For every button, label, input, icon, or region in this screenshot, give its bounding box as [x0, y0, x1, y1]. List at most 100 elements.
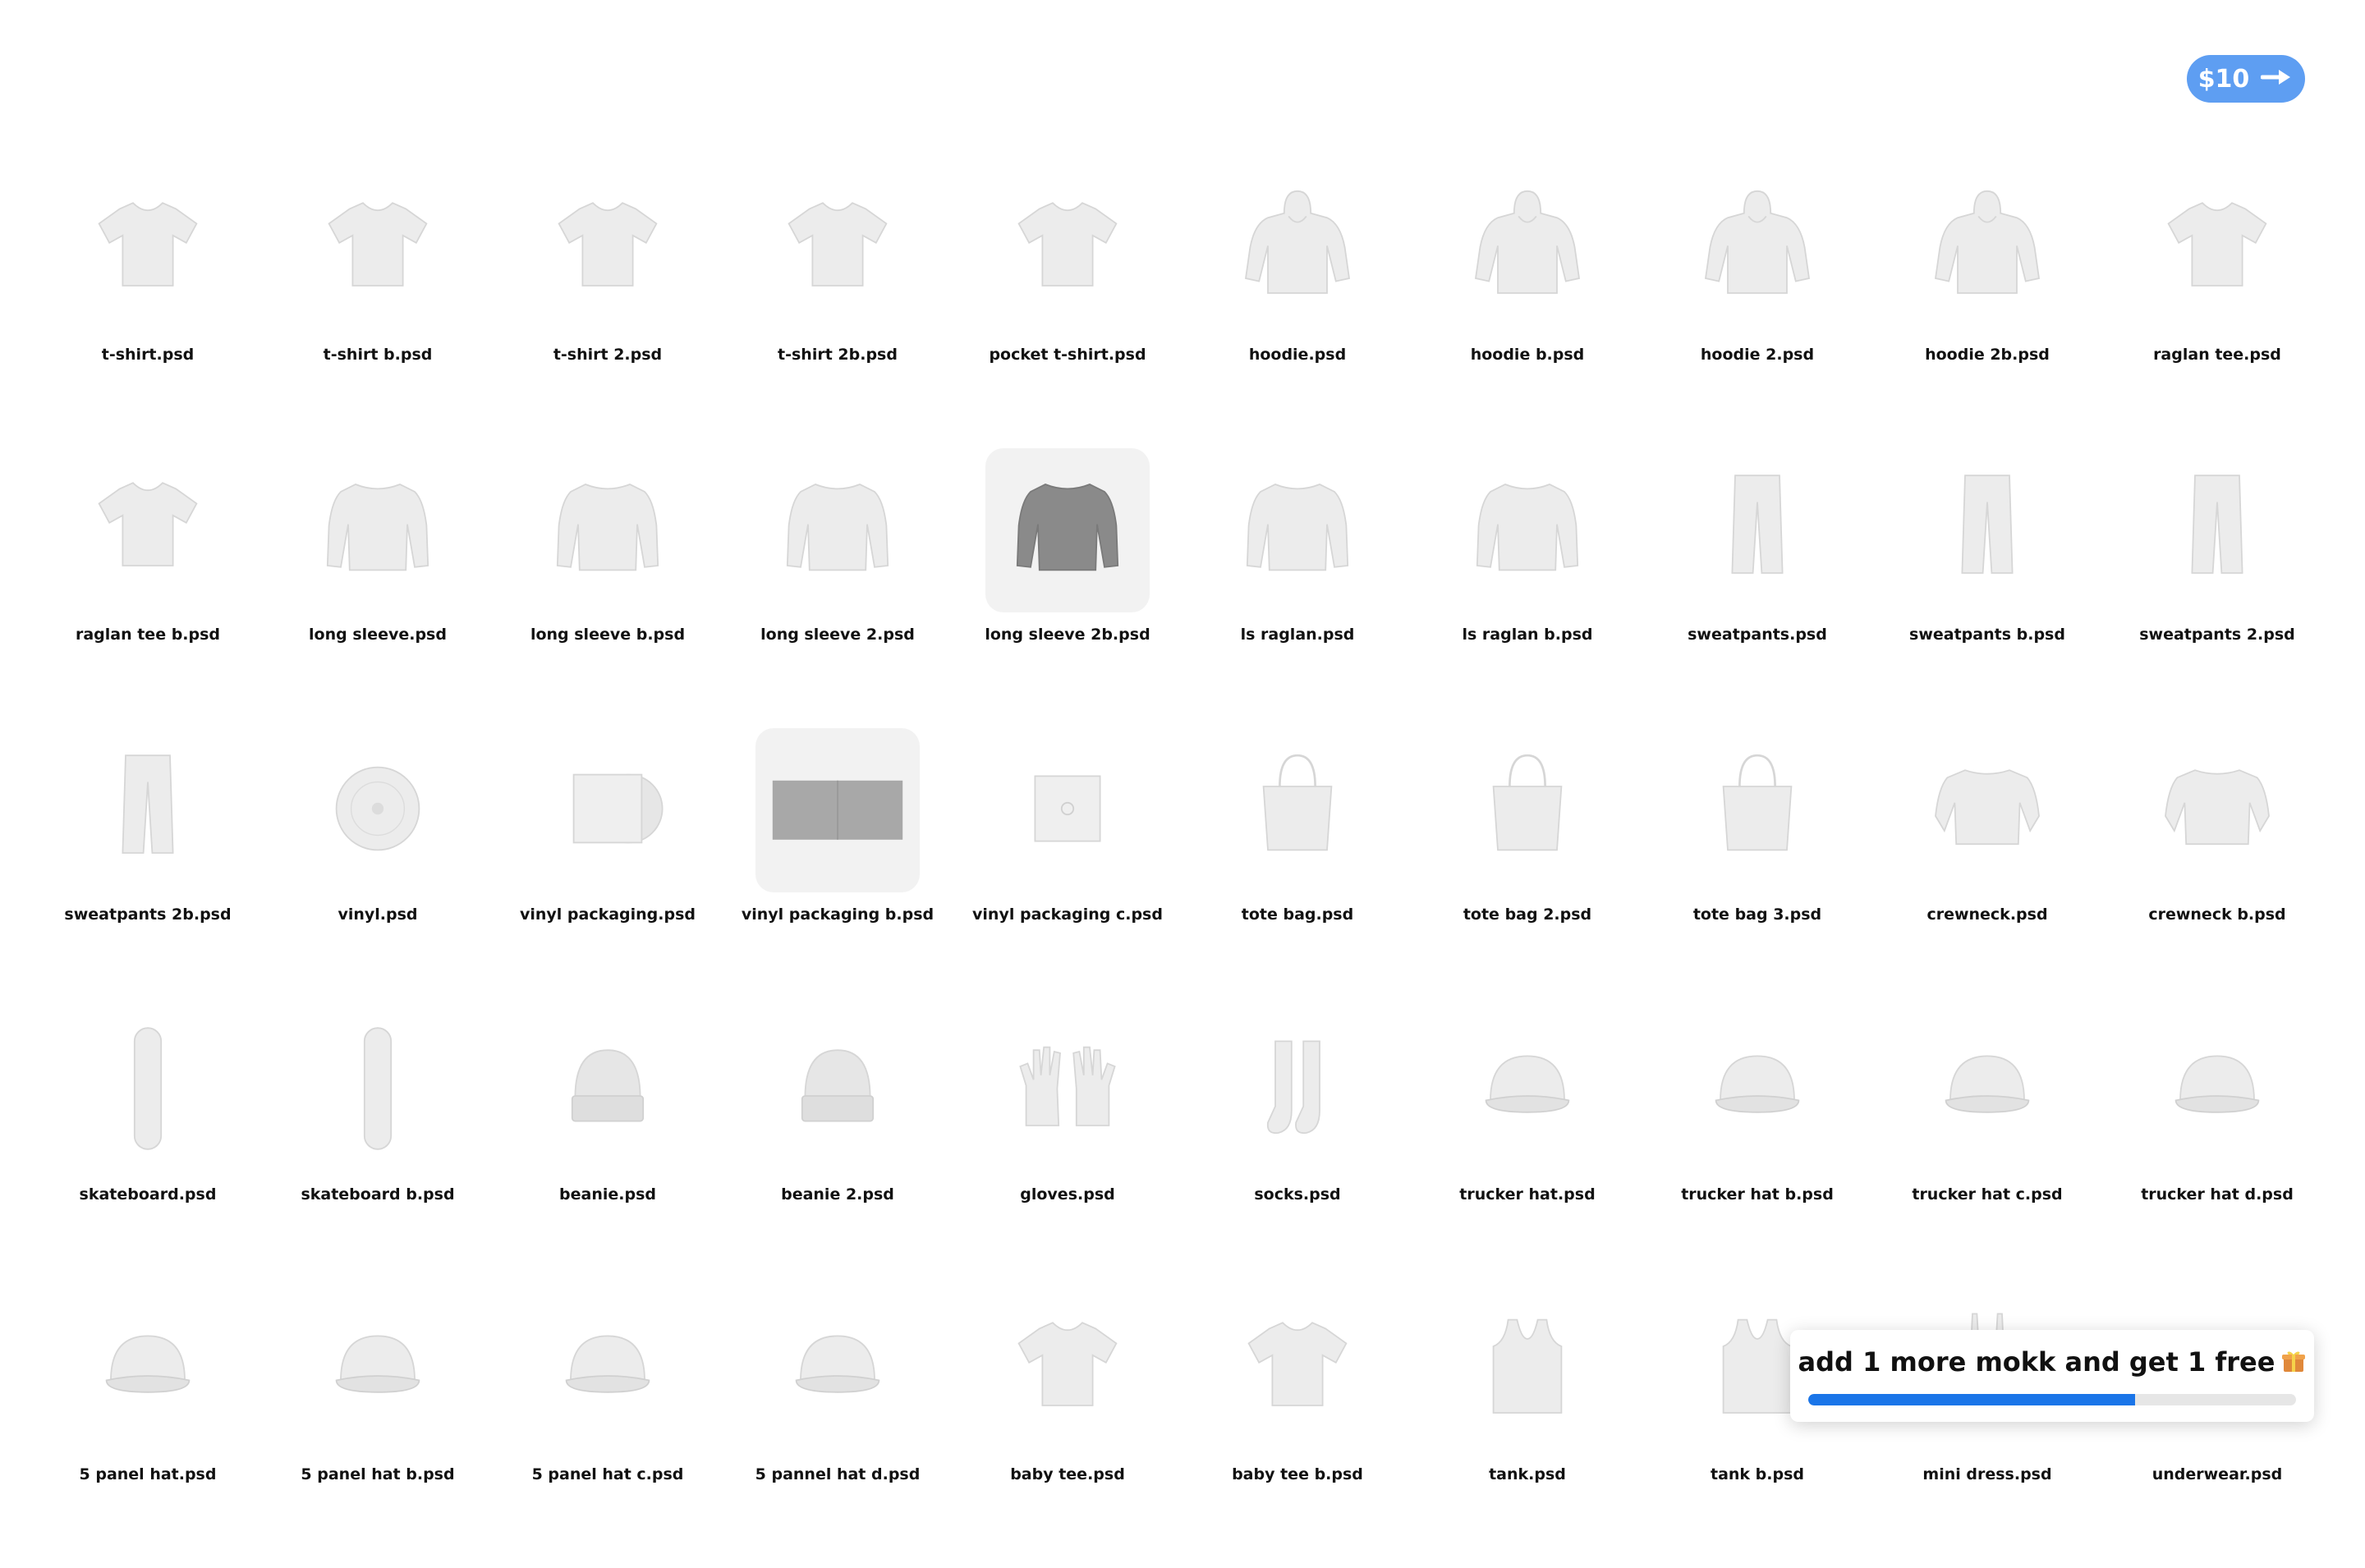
mockup-thumbnail[interactable] — [296, 1288, 460, 1452]
mockup-item[interactable]: hoodie b.psd — [1412, 168, 1642, 448]
price-button[interactable]: $10 — [2187, 55, 2305, 103]
mockup-thumbnail[interactable] — [2135, 728, 2299, 892]
mockup-item[interactable]: 5 pannel hat d.psd — [723, 1288, 953, 1568]
socks-icon — [1224, 1015, 1371, 1166]
mockup-item[interactable]: trucker hat c.psd — [1872, 1008, 2102, 1288]
mockup-item[interactable]: crewneck b.psd — [2102, 728, 2332, 1008]
mockup-thumbnail[interactable] — [985, 448, 1150, 612]
mockup-item[interactable]: hoodie 2.psd — [1642, 168, 1872, 448]
mockup-item[interactable]: pocket t-shirt.psd — [953, 168, 1182, 448]
mockup-thumbnail[interactable] — [526, 448, 690, 612]
mockup-item[interactable]: beanie 2.psd — [723, 1008, 953, 1288]
mockup-item[interactable]: ls raglan b.psd — [1412, 448, 1642, 728]
mockup-item[interactable]: t-shirt 2.psd — [493, 168, 723, 448]
mockup-item[interactable]: baby tee.psd — [953, 1288, 1182, 1568]
mockup-thumbnail[interactable] — [985, 168, 1150, 332]
mockup-thumbnail[interactable] — [2135, 1008, 2299, 1172]
mockup-thumbnail[interactable] — [1905, 448, 2069, 612]
mockup-thumbnail[interactable] — [1215, 1008, 1380, 1172]
mockup-thumbnail[interactable] — [1905, 168, 2069, 332]
mockup-thumbnail[interactable] — [985, 728, 1150, 892]
mockup-thumbnail[interactable] — [1215, 168, 1380, 332]
mockup-thumbnail[interactable] — [296, 1008, 460, 1172]
mockup-thumbnail[interactable] — [1445, 1008, 1610, 1172]
gloves-icon — [994, 1015, 1141, 1166]
mockup-thumbnail[interactable] — [1445, 1288, 1610, 1452]
mockup-thumbnail[interactable] — [1445, 448, 1610, 612]
mockup-item[interactable]: long sleeve 2b.psd — [953, 448, 1182, 728]
mockup-item[interactable]: raglan tee b.psd — [33, 448, 263, 728]
mockup-item[interactable]: sweatpants b.psd — [1872, 448, 2102, 728]
mockup-thumbnail[interactable] — [2135, 168, 2299, 332]
mockup-item[interactable]: hoodie.psd — [1182, 168, 1412, 448]
mockup-thumbnail[interactable] — [1445, 728, 1610, 892]
mockup-item[interactable]: tank.psd — [1412, 1288, 1642, 1568]
mockup-item[interactable]: socks.psd — [1182, 1008, 1412, 1288]
mockup-thumbnail[interactable] — [526, 1288, 690, 1452]
mockup-thumbnail[interactable] — [1675, 448, 1839, 612]
mockup-thumbnail[interactable] — [1905, 1008, 2069, 1172]
mockup-item[interactable]: sweatpants 2b.psd — [33, 728, 263, 1008]
mockup-item[interactable]: vinyl packaging b.psd — [723, 728, 953, 1008]
mockup-thumbnail[interactable] — [526, 728, 690, 892]
mockup-thumbnail[interactable] — [2135, 448, 2299, 612]
mockup-thumbnail[interactable] — [66, 728, 230, 892]
mockup-item[interactable]: trucker hat b.psd — [1642, 1008, 1872, 1288]
mockup-thumbnail[interactable] — [755, 728, 920, 892]
mockup-thumbnail[interactable] — [755, 1288, 920, 1452]
mockup-item[interactable]: sweatpants.psd — [1642, 448, 1872, 728]
mockup-thumbnail[interactable] — [66, 1008, 230, 1172]
mockup-thumbnail[interactable] — [755, 1008, 920, 1172]
mockup-thumbnail[interactable] — [296, 168, 460, 332]
promo-message: add 1 more mokk and get 1 free — [1790, 1346, 2314, 1380]
mockup-item[interactable]: tote bag.psd — [1182, 728, 1412, 1008]
mockup-thumbnail[interactable] — [526, 168, 690, 332]
mockup-item[interactable]: t-shirt b.psd — [263, 168, 493, 448]
mockup-item[interactable]: long sleeve.psd — [263, 448, 493, 728]
mockup-thumbnail[interactable] — [1215, 1288, 1380, 1452]
mockup-thumbnail[interactable] — [66, 1288, 230, 1452]
mockup-item[interactable]: 5 panel hat.psd — [33, 1288, 263, 1568]
mockup-thumbnail[interactable] — [1675, 728, 1839, 892]
mockup-thumbnail[interactable] — [296, 728, 460, 892]
mockup-item[interactable]: raglan tee.psd — [2102, 168, 2332, 448]
mockup-thumbnail[interactable] — [985, 1008, 1150, 1172]
mockup-item[interactable]: sweatpants 2.psd — [2102, 448, 2332, 728]
mockup-item[interactable]: tote bag 2.psd — [1412, 728, 1642, 1008]
mockup-thumbnail[interactable] — [1905, 728, 2069, 892]
mockup-item[interactable]: long sleeve b.psd — [493, 448, 723, 728]
mockup-item[interactable]: vinyl packaging c.psd — [953, 728, 1182, 1008]
promo-banner[interactable]: add 1 more mokk and get 1 free — [1790, 1330, 2314, 1422]
mockup-thumbnail[interactable] — [1675, 1008, 1839, 1172]
mockup-thumbnail[interactable] — [755, 448, 920, 612]
mockup-item[interactable]: t-shirt 2b.psd — [723, 168, 953, 448]
mockup-item[interactable]: crewneck.psd — [1872, 728, 2102, 1008]
mockup-thumbnail[interactable] — [1675, 168, 1839, 332]
mockup-item[interactable]: trucker hat.psd — [1412, 1008, 1642, 1288]
mockup-thumbnail[interactable] — [1215, 728, 1380, 892]
mockup-item[interactable]: beanie.psd — [493, 1008, 723, 1288]
cap-icon — [1453, 1015, 1601, 1166]
mockup-item[interactable]: 5 panel hat b.psd — [263, 1288, 493, 1568]
mockup-item[interactable]: t-shirt.psd — [33, 168, 263, 448]
mockup-item[interactable]: vinyl packaging.psd — [493, 728, 723, 1008]
mockup-thumbnail[interactable] — [296, 448, 460, 612]
mockup-thumbnail[interactable] — [1445, 168, 1610, 332]
mockup-item[interactable]: 5 panel hat c.psd — [493, 1288, 723, 1568]
mockup-thumbnail[interactable] — [66, 448, 230, 612]
mockup-thumbnail[interactable] — [985, 1288, 1150, 1452]
mockup-item[interactable]: baby tee b.psd — [1182, 1288, 1412, 1568]
mockup-item[interactable]: skateboard b.psd — [263, 1008, 493, 1288]
mockup-thumbnail[interactable] — [66, 168, 230, 332]
mockup-item[interactable]: hoodie 2b.psd — [1872, 168, 2102, 448]
mockup-thumbnail[interactable] — [755, 168, 920, 332]
mockup-item[interactable]: long sleeve 2.psd — [723, 448, 953, 728]
mockup-item[interactable]: ls raglan.psd — [1182, 448, 1412, 728]
mockup-thumbnail[interactable] — [526, 1008, 690, 1172]
mockup-thumbnail[interactable] — [1215, 448, 1380, 612]
mockup-item[interactable]: tote bag 3.psd — [1642, 728, 1872, 1008]
mockup-item[interactable]: trucker hat d.psd — [2102, 1008, 2332, 1288]
mockup-item[interactable]: gloves.psd — [953, 1008, 1182, 1288]
mockup-item[interactable]: skateboard.psd — [33, 1008, 263, 1288]
mockup-item[interactable]: vinyl.psd — [263, 728, 493, 1008]
